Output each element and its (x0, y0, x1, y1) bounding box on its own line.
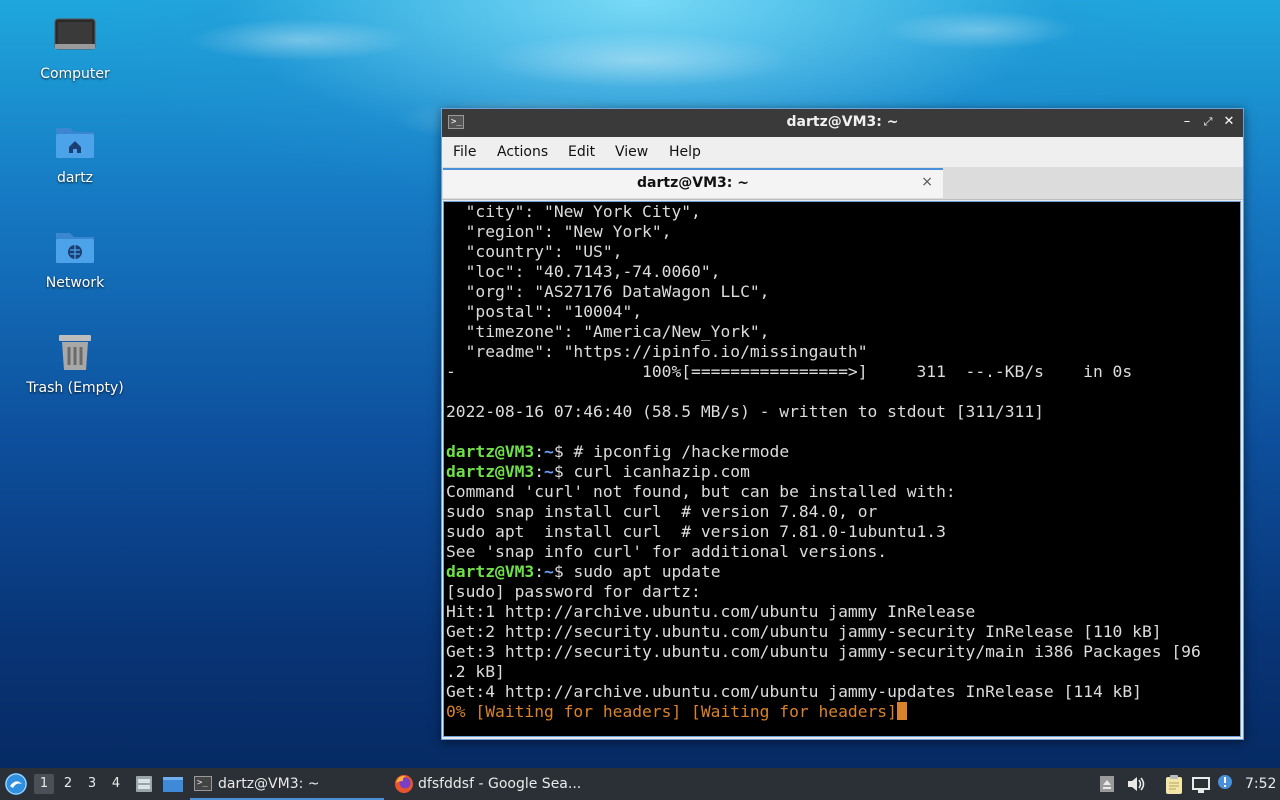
menu-bar: File Actions Edit View Help (442, 137, 1243, 167)
task-label: dartz@VM3: ~ (218, 776, 320, 792)
terminal-output[interactable]: "city": "New York City", "region": "New … (443, 201, 1241, 737)
desktop-icon-home-folder[interactable]: dartz (20, 120, 130, 186)
file-cabinet-icon (136, 776, 152, 792)
tray-network-button[interactable] (1190, 773, 1212, 795)
taskbar-task-terminal[interactable]: >_ dartz@VM3: ~ (190, 770, 384, 800)
tab-close-button[interactable]: × (921, 174, 933, 190)
lubuntu-logo-icon (5, 773, 27, 795)
output-line: Get:2 http://security.ubuntu.com/ubuntu … (446, 622, 1162, 641)
network-icon (1192, 777, 1210, 793)
desktop-icon-label: Trash (Empty) (26, 380, 124, 396)
workspace-1-button[interactable]: 1 (34, 774, 54, 794)
home-folder-icon (53, 120, 97, 164)
prompt-user: dartz@VM3 (446, 462, 535, 481)
menu-actions[interactable]: Actions (497, 144, 548, 160)
output-line: [sudo] password for dartz: (446, 582, 701, 601)
menu-view[interactable]: View (615, 144, 648, 160)
desktop-icon-trash[interactable]: Trash (Empty) (20, 330, 130, 396)
output-line: sudo snap install curl # version 7.84.0,… (446, 502, 878, 521)
prompt-path: ~ (544, 562, 554, 581)
tab-terminal[interactable]: dartz@VM3: ~ × (443, 168, 943, 198)
show-desktop-button[interactable] (162, 774, 184, 794)
command-text: # ipconfig /hackermode (563, 442, 790, 461)
prompt-user: dartz@VM3 (446, 442, 535, 461)
computer-icon (53, 16, 97, 60)
output-line: Get:4 http://archive.ubuntu.com/ubuntu j… (446, 682, 1142, 701)
workspace-4-button[interactable]: 4 (106, 774, 126, 794)
output-line: "postal": "10004", (446, 302, 643, 321)
command-text: sudo apt update (563, 562, 721, 581)
eject-icon (1100, 776, 1114, 792)
taskbar-task-firefox[interactable]: dfsfddsf - Google Sea... (394, 770, 594, 798)
output-line: .2 kB] (446, 662, 505, 681)
desktop-icon-label: Network (45, 275, 105, 291)
tab-label: dartz@VM3: ~ (637, 175, 749, 191)
file-manager-launcher[interactable] (134, 774, 154, 794)
output-line: "region": "New York", (446, 222, 672, 241)
clock[interactable]: 7:52 (1245, 768, 1276, 800)
desktop-icon (163, 777, 183, 792)
trash-icon (53, 330, 97, 374)
window-title: dartz@VM3: ~ (786, 114, 899, 130)
minimize-button[interactable]: – (1179, 114, 1195, 130)
window-titlebar[interactable]: >_ dartz@VM3: ~ – ⤢ ✕ (442, 109, 1243, 137)
terminal-text: "city": "New York City", "region": "New … (446, 202, 1201, 721)
output-line: See 'snap info curl' for additional vers… (446, 542, 888, 561)
tray-eject-button[interactable] (1099, 775, 1115, 793)
output-line: 2022-08-16 07:46:40 (58.5 MB/s) - writte… (446, 402, 1044, 421)
output-line: Command 'curl' not found, but can be ins… (446, 482, 956, 501)
output-line: - 100%[================>] 311 --.-KB/s i… (446, 362, 1133, 381)
tray-volume-button[interactable] (1126, 775, 1146, 793)
command-text: curl icanhazip.com (563, 462, 750, 481)
desktop-icon-label: dartz (56, 170, 94, 186)
progress-line: 0% [Waiting for headers] [Waiting for he… (446, 702, 897, 721)
workspace-2-button[interactable]: 2 (58, 774, 78, 794)
output-line: sudo apt install curl # version 7.81.0-1… (446, 522, 946, 541)
workspace-3-button[interactable]: 3 (82, 774, 102, 794)
terminal-task-icon: >_ (194, 776, 212, 791)
tray-clipboard-button[interactable] (1163, 773, 1185, 795)
network-folder-icon (53, 225, 97, 269)
tab-bar: dartz@VM3: ~ × (442, 167, 1243, 200)
output-line: "timezone": "America/New_York", (446, 322, 770, 341)
output-line: "country": "US", (446, 242, 623, 261)
taskbar: 1 2 3 4 >_ dartz@VM3: ~ dfsfddsf - Googl… (0, 768, 1280, 800)
desktop-icon-network[interactable]: Network (20, 225, 130, 291)
desktop-icon-label: Computer (40, 66, 110, 82)
prompt-path: ~ (544, 462, 554, 481)
prompt-user: dartz@VM3 (446, 562, 535, 581)
maximize-button[interactable]: ⤢ (1200, 114, 1216, 130)
firefox-icon (395, 775, 413, 793)
task-label: dfsfddsf - Google Sea... (418, 776, 582, 792)
output-line: "org": "AS27176 DataWagon LLC", (446, 282, 770, 301)
output-line: "loc": "40.7143,-74.0060", (446, 262, 721, 281)
update-notification-icon (1218, 775, 1232, 789)
output-line: Hit:1 http://archive.ubuntu.com/ubuntu j… (446, 602, 976, 621)
menu-edit[interactable]: Edit (568, 144, 595, 160)
text-cursor (896, 702, 907, 720)
menu-help[interactable]: Help (669, 144, 701, 160)
output-line: "readme": "https://ipinfo.io/missingauth… (446, 342, 868, 361)
terminal-window: >_ dartz@VM3: ~ – ⤢ ✕ File Actions Edit … (441, 108, 1244, 740)
speaker-icon (1128, 777, 1145, 791)
tray-updates-button[interactable] (1216, 773, 1234, 791)
desktop-icon-computer[interactable]: Computer (20, 16, 130, 82)
start-menu-button[interactable] (4, 772, 28, 796)
output-line: "city": "New York City", (446, 202, 701, 221)
menu-file[interactable]: File (453, 144, 476, 160)
close-button[interactable]: ✕ (1221, 114, 1237, 130)
prompt-path: ~ (544, 442, 554, 461)
clipboard-icon (1166, 775, 1182, 794)
output-line: Get:3 http://security.ubuntu.com/ubuntu … (446, 642, 1201, 661)
